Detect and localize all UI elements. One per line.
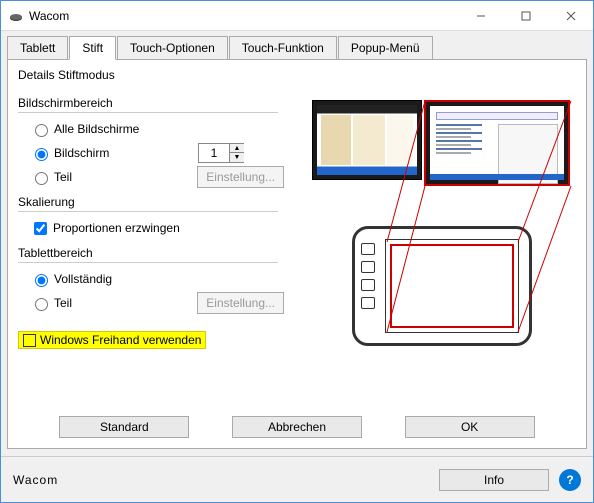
cancel-button[interactable]: Abbrechen bbox=[232, 416, 362, 438]
screen-area-label: Bildschirmbereich bbox=[18, 96, 298, 113]
label-all-screens: Alle Bildschirme bbox=[54, 122, 139, 136]
tablet-preview bbox=[352, 226, 532, 346]
minimize-button[interactable] bbox=[458, 1, 503, 30]
close-button[interactable] bbox=[548, 1, 593, 30]
titlebar: Wacom bbox=[1, 1, 593, 31]
footer: Wacom Info ? bbox=[1, 456, 593, 502]
tablet-portion-settings-button: Einstellung... bbox=[197, 292, 284, 314]
default-button[interactable]: Standard bbox=[59, 416, 189, 438]
ok-button[interactable]: OK bbox=[405, 416, 535, 438]
panel-title: Details Stiftmodus bbox=[18, 68, 576, 82]
checkbox-windows-ink[interactable] bbox=[23, 334, 36, 347]
tablet-area-label: Tablettbereich bbox=[18, 246, 298, 263]
help-icon[interactable]: ? bbox=[559, 469, 581, 491]
monitor-1-preview bbox=[312, 100, 422, 180]
spinner-up-icon[interactable]: ▲ bbox=[230, 144, 244, 153]
tab-bar: Tablett Stift Touch-Optionen Touch-Funkt… bbox=[1, 31, 593, 59]
label-force-proportions: Proportionen erzwingen bbox=[53, 221, 180, 235]
radio-all-screens[interactable] bbox=[35, 124, 48, 137]
checkbox-force-proportions[interactable] bbox=[34, 222, 47, 235]
wacom-icon bbox=[9, 9, 23, 23]
monitor-2-preview bbox=[424, 100, 570, 186]
tab-touch-funktion[interactable]: Touch-Funktion bbox=[229, 36, 337, 60]
tab-touch-optionen[interactable]: Touch-Optionen bbox=[117, 36, 228, 60]
scaling-label: Skalierung bbox=[18, 195, 298, 212]
screen-number-spinner[interactable]: ▲ ▼ bbox=[198, 143, 244, 163]
spinner-down-icon[interactable]: ▼ bbox=[230, 153, 244, 162]
tab-tablett[interactable]: Tablett bbox=[7, 36, 68, 60]
radio-tablet-portion[interactable] bbox=[35, 298, 48, 311]
screen-portion-settings-button: Einstellung... bbox=[197, 166, 284, 188]
svg-text:Wacom: Wacom bbox=[13, 473, 58, 487]
wacom-window: Wacom Tablett Stift Touch-Optionen Touch… bbox=[0, 0, 594, 503]
pen-mode-panel: Details Stiftmodus Bildschirmbereich All… bbox=[7, 59, 587, 449]
radio-screen-portion[interactable] bbox=[35, 172, 48, 185]
info-button[interactable]: Info bbox=[439, 469, 549, 491]
tab-stift[interactable]: Stift bbox=[69, 36, 116, 60]
mapping-preview bbox=[312, 100, 572, 346]
radio-screen[interactable] bbox=[35, 148, 48, 161]
label-windows-ink: Windows Freihand verwenden bbox=[40, 333, 201, 347]
label-screen: Bildschirm bbox=[54, 146, 109, 160]
windows-ink-highlight: Windows Freihand verwenden bbox=[18, 331, 206, 349]
radio-tablet-full[interactable] bbox=[35, 274, 48, 287]
label-screen-portion: Teil bbox=[54, 170, 72, 184]
label-tablet-full: Vollständig bbox=[54, 272, 112, 286]
label-tablet-portion: Teil bbox=[54, 296, 72, 310]
maximize-button[interactable] bbox=[503, 1, 548, 30]
screen-number-input[interactable] bbox=[199, 144, 229, 162]
tab-popup-menu[interactable]: Popup-Menü bbox=[338, 36, 433, 60]
wacom-logo: Wacom bbox=[13, 464, 123, 496]
